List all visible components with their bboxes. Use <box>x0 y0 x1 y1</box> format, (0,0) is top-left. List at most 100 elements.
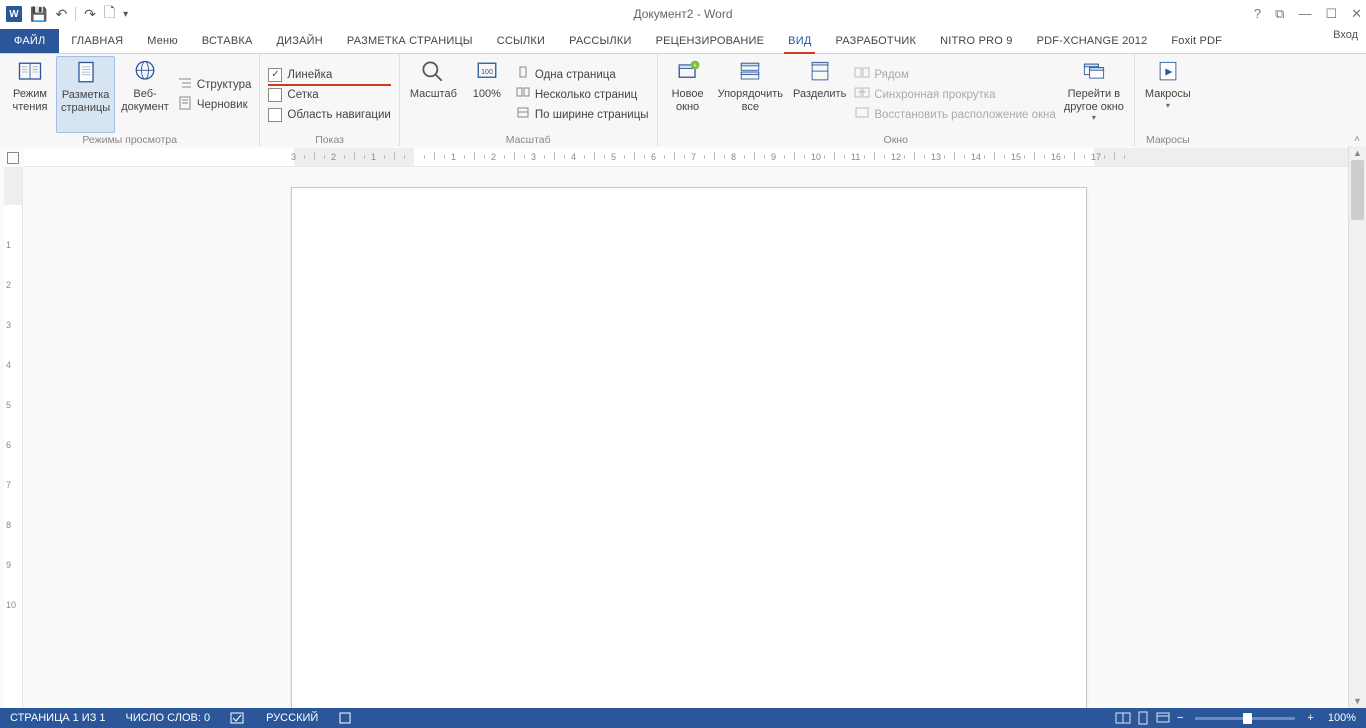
tab-menu[interactable]: Меню <box>135 29 190 53</box>
group-views: Режим чтения Разметка страницы Веб- доку… <box>0 54 260 148</box>
view-print-icon[interactable] <box>1133 709 1153 727</box>
label: Одна страница <box>535 69 616 81</box>
one-page-icon <box>515 65 531 84</box>
label: Веб- документ <box>121 88 169 113</box>
checkbox-icon <box>268 108 282 122</box>
redo-icon[interactable]: ↷ <box>84 6 96 23</box>
help-icon[interactable]: ? <box>1254 6 1261 22</box>
quick-access-toolbar: W 💾 ↶ ↷ 🗋 ▾ <box>0 2 128 26</box>
draft-icon <box>177 95 193 114</box>
save-icon[interactable]: 💾 <box>30 6 47 23</box>
scroll-thumb[interactable] <box>1351 160 1364 220</box>
minimize-icon[interactable]: — <box>1298 6 1311 22</box>
nav-pane-checkbox[interactable]: Область навигации <box>266 105 392 125</box>
group-window: + Новое окно Упорядочить все Разделить Р… <box>658 54 1135 148</box>
ribbon-display-icon[interactable]: ⧉ <box>1275 6 1284 22</box>
page-width-button[interactable]: По ширине страницы <box>513 105 651 125</box>
gridlines-checkbox[interactable]: Сетка <box>266 85 392 105</box>
zoom-level[interactable]: 100% <box>1318 712 1366 724</box>
scroll-up-icon[interactable]: ▲ <box>1349 146 1366 160</box>
status-macro[interactable] <box>328 711 362 725</box>
label: Несколько страниц <box>535 89 637 101</box>
horizontal-ruler[interactable]: 3211234567891011121314151617 <box>24 148 1348 167</box>
svg-text:100: 100 <box>481 69 493 76</box>
switch-windows-button[interactable]: Перейти в другое окно ▾ <box>1060 56 1128 133</box>
new-window-button[interactable]: + Новое окно <box>664 56 712 133</box>
document-canvas[interactable] <box>23 167 1366 708</box>
multi-page-button[interactable]: Несколько страниц <box>513 85 651 105</box>
slider-knob[interactable] <box>1243 713 1252 724</box>
macros-button[interactable]: Макросы ▾ <box>1141 56 1195 133</box>
label: Режим чтения <box>13 88 48 113</box>
sync-scroll-button[interactable]: Синхронная прокрутка <box>852 85 1057 105</box>
ribbon-tabs: ФАЙЛ ГЛАВНАЯ Меню ВСТАВКА ДИЗАЙН РАЗМЕТК… <box>0 29 1366 54</box>
one-page-button[interactable]: Одна страница <box>513 65 651 85</box>
print-layout-button[interactable]: Разметка страницы <box>56 56 115 133</box>
status-page[interactable]: СТРАНИЦА 1 ИЗ 1 <box>0 712 116 724</box>
qat-more-icon[interactable]: ▾ <box>123 9 128 20</box>
tab-stop-selector[interactable] <box>4 148 19 164</box>
tab-foxit[interactable]: Foxit PDF <box>1159 29 1234 53</box>
read-mode-button[interactable]: Режим чтения <box>6 56 54 133</box>
collapse-ribbon-icon[interactable]: ˄ <box>1354 134 1360 145</box>
zoom-out-button[interactable]: − <box>1173 712 1187 724</box>
tab-file[interactable]: ФАЙЛ <box>0 29 59 53</box>
undo-icon[interactable]: ↶ <box>55 6 67 23</box>
ruler-checkbox[interactable]: ✓ Линейка <box>266 65 392 85</box>
web-layout-button[interactable]: Веб- документ <box>117 56 173 133</box>
view-read-icon[interactable] <box>1113 709 1133 727</box>
reset-window-icon <box>854 105 870 124</box>
checkbox-icon <box>268 88 282 102</box>
zoom-in-button[interactable]: + <box>1303 712 1317 724</box>
tab-home[interactable]: ГЛАВНАЯ <box>59 29 135 53</box>
tab-layout[interactable]: РАЗМЕТКА СТРАНИЦЫ <box>335 29 485 53</box>
reset-window-button[interactable]: Восстановить расположение окна <box>852 105 1057 125</box>
label: Структура <box>197 79 252 91</box>
chevron-down-icon: ▾ <box>1166 101 1170 110</box>
draft-button[interactable]: Черновик <box>175 95 254 115</box>
tab-view[interactable]: ВИД <box>776 29 823 53</box>
close-icon[interactable]: ✕ <box>1351 6 1362 22</box>
tab-mailings[interactable]: РАССЫЛКИ <box>557 29 643 53</box>
label: Рядом <box>874 69 909 81</box>
tab-developer[interactable]: РАЗРАБОТЧИК <box>823 29 928 53</box>
label: Область навигации <box>287 109 390 121</box>
title-bar: W 💾 ↶ ↷ 🗋 ▾ Документ2 - Word ? ⧉ — ☐ ✕ <box>0 0 1366 29</box>
vertical-scrollbar[interactable]: ▲ ▼ <box>1348 146 1366 708</box>
tab-review[interactable]: РЕЦЕНЗИРОВАНИЕ <box>644 29 777 53</box>
status-word-count[interactable]: ЧИСЛО СЛОВ: 0 <box>116 712 221 724</box>
tab-insert[interactable]: ВСТАВКА <box>190 29 265 53</box>
outline-icon <box>177 75 193 94</box>
zoom-100-button[interactable]: 100 100% <box>463 56 511 133</box>
page-width-icon <box>515 105 531 124</box>
sign-in-link[interactable]: Вход <box>1333 29 1358 41</box>
label: Синхронная прокрутка <box>874 89 995 101</box>
svg-text:+: + <box>693 63 697 70</box>
tab-pdfxchange[interactable]: PDF-XCHANGE 2012 <box>1025 29 1160 53</box>
split-button[interactable]: Разделить <box>789 56 850 133</box>
label: Масштаб <box>410 88 457 101</box>
tab-design[interactable]: ДИЗАЙН <box>265 29 335 53</box>
status-spellcheck[interactable] <box>220 711 256 725</box>
zoom-button[interactable]: Масштаб <box>406 56 461 133</box>
new-doc-icon[interactable]: 🗋 <box>104 2 115 26</box>
chevron-down-icon: ▾ <box>1092 113 1096 122</box>
word-app-icon[interactable]: W <box>6 6 22 22</box>
tab-nitro[interactable]: NITRO PRO 9 <box>928 29 1025 53</box>
status-bar: СТРАНИЦА 1 ИЗ 1 ЧИСЛО СЛОВ: 0 РУССКИЙ − … <box>0 708 1366 728</box>
maximize-icon[interactable]: ☐ <box>1325 6 1337 22</box>
outline-button[interactable]: Структура <box>175 75 254 95</box>
vertical-ruler[interactable]: 12345678910 <box>4 167 23 708</box>
multi-page-icon <box>515 85 531 104</box>
scroll-down-icon[interactable]: ▼ <box>1349 694 1366 708</box>
view-web-icon[interactable] <box>1153 709 1173 727</box>
label: Разметка страницы <box>61 89 110 114</box>
page[interactable] <box>291 187 1087 708</box>
status-language[interactable]: РУССКИЙ <box>256 712 328 724</box>
label: Сетка <box>287 89 318 101</box>
label: Разделить <box>793 88 846 101</box>
tab-references[interactable]: ССЫЛКИ <box>485 29 557 53</box>
zoom-slider[interactable] <box>1195 717 1295 720</box>
arrange-all-button[interactable]: Упорядочить все <box>714 56 787 133</box>
side-by-side-button[interactable]: Рядом <box>852 65 1057 85</box>
